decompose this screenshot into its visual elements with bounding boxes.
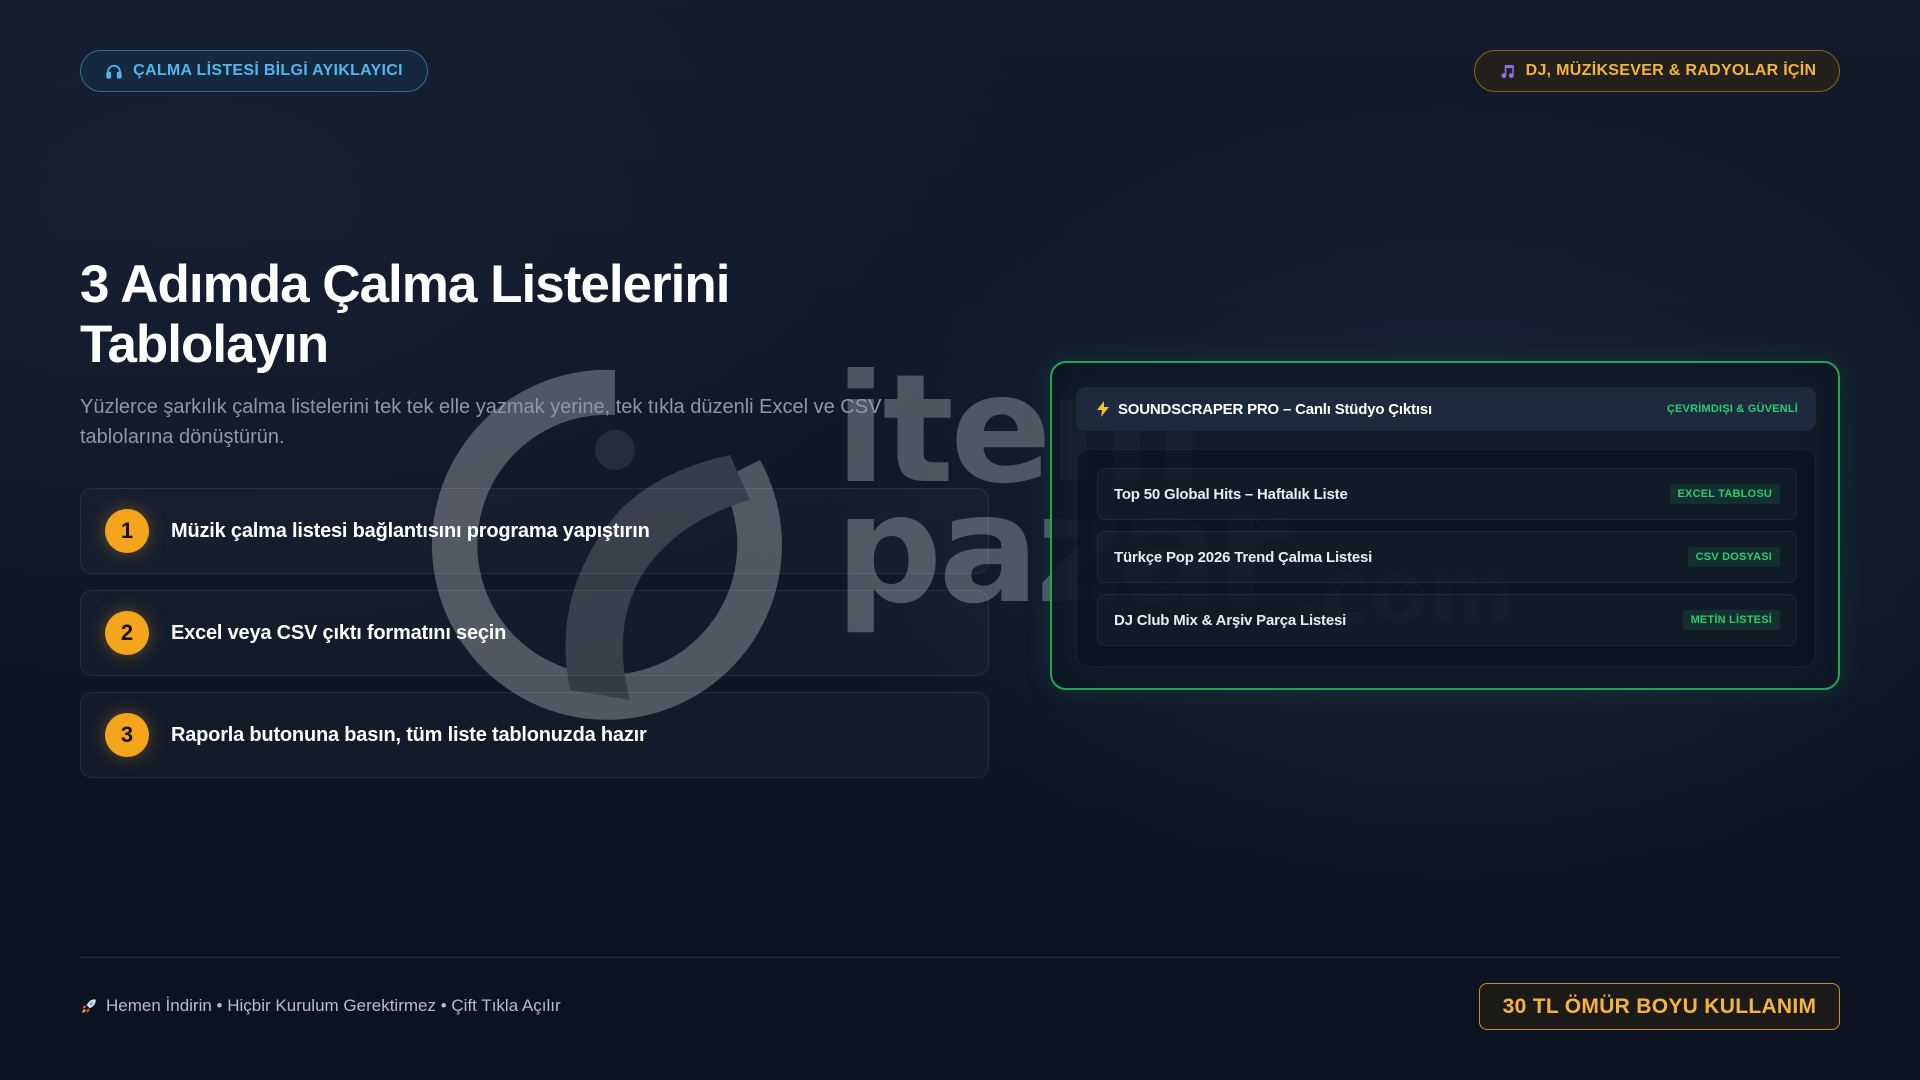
step-number: 2 [105, 611, 149, 655]
studio-output-panel: SOUNDSCRAPER PRO – Canlı Stüdyo Çıktısı … [1050, 361, 1840, 690]
list-item[interactable]: Türkçe Pop 2026 Trend Çalma Listesi CSV … [1097, 531, 1797, 583]
audience-badge: DJ, MÜZİKSEVER & RADYOLAR İÇİN [1474, 50, 1840, 92]
music-note-icon [1501, 65, 1514, 79]
list-item[interactable]: Top 50 Global Hits – Haftalık Liste EXCE… [1097, 468, 1797, 520]
steps-list: 1 Müzik çalma listesi bağlantısını progr… [80, 488, 989, 794]
studio-panel-header: SOUNDSCRAPER PRO – Canlı Stüdyo Çıktısı … [1076, 387, 1816, 431]
studio-title: SOUNDSCRAPER PRO – Canlı Stüdyo Çıktısı [1096, 401, 1432, 418]
page-title: 3 Adımda Çalma Listelerini Tablolayın [80, 255, 900, 375]
step-text: Excel veya CSV çıktı formatını seçin [171, 621, 507, 644]
page-title-line-2: Tablolayın [80, 315, 329, 374]
step-item: 3 Raporla butonuna basın, tüm liste tabl… [80, 692, 989, 778]
playlist-output-list: Top 50 Global Hits – Haftalık Liste EXCE… [1076, 449, 1816, 667]
rocket-icon [82, 999, 96, 1013]
footer-note-text: Hemen İndirin • Hiçbir Kurulum Gerektirm… [106, 996, 561, 1015]
lightning-icon [1097, 401, 1109, 417]
headphones-icon [106, 64, 122, 79]
studio-title-text: SOUNDSCRAPER PRO – Canlı Stüdyo Çıktısı [1118, 400, 1432, 418]
audience-label: DJ, MÜZİKSEVER & RADYOLAR İÇİN [1525, 62, 1817, 79]
step-item: 1 Müzik çalma listesi bağlantısını progr… [80, 488, 989, 574]
playlist-name: Top 50 Global Hits – Haftalık Liste [1114, 485, 1348, 503]
page-subtitle: Yüzlerce şarkılık çalma listelerini tek … [80, 396, 882, 448]
format-badge: CSV DOSYASI [1687, 547, 1780, 567]
step-text: Raporla butonuna basın, tüm liste tablon… [171, 723, 647, 746]
playlist-name: DJ Club Mix & Arşiv Parça Listesi [1114, 611, 1347, 629]
step-item: 2 Excel veya CSV çıktı formatını seçin [80, 590, 989, 676]
step-text: Müzik çalma listesi bağlantısını program… [171, 519, 650, 542]
status-badge: ÇEVRİMDIŞI & GÜVENLİ [1666, 403, 1798, 415]
step-number: 3 [105, 713, 149, 757]
page-title-line-1: 3 Adımda Çalma Listelerini [80, 255, 730, 314]
format-badge: EXCEL TABLOSU [1669, 484, 1780, 504]
footer-note: Hemen İndirin • Hiçbir Kurulum Gerektirm… [80, 996, 561, 1016]
playlist-name: Türkçe Pop 2026 Trend Çalma Listesi [1114, 548, 1373, 566]
step-number: 1 [105, 509, 149, 553]
price-button[interactable]: 30 TL ÖMÜR BOYU KULLANIM [1479, 983, 1840, 1030]
footer-divider [80, 957, 1840, 958]
app-category-label: ÇALMA LİSTESİ BİLGİ AYIKLAYICI [133, 62, 403, 79]
list-item[interactable]: DJ Club Mix & Arşiv Parça Listesi METİN … [1097, 594, 1797, 646]
format-badge: METİN LİSTESİ [1682, 610, 1780, 630]
app-category-badge: ÇALMA LİSTESİ BİLGİ AYIKLAYICI [80, 50, 428, 92]
